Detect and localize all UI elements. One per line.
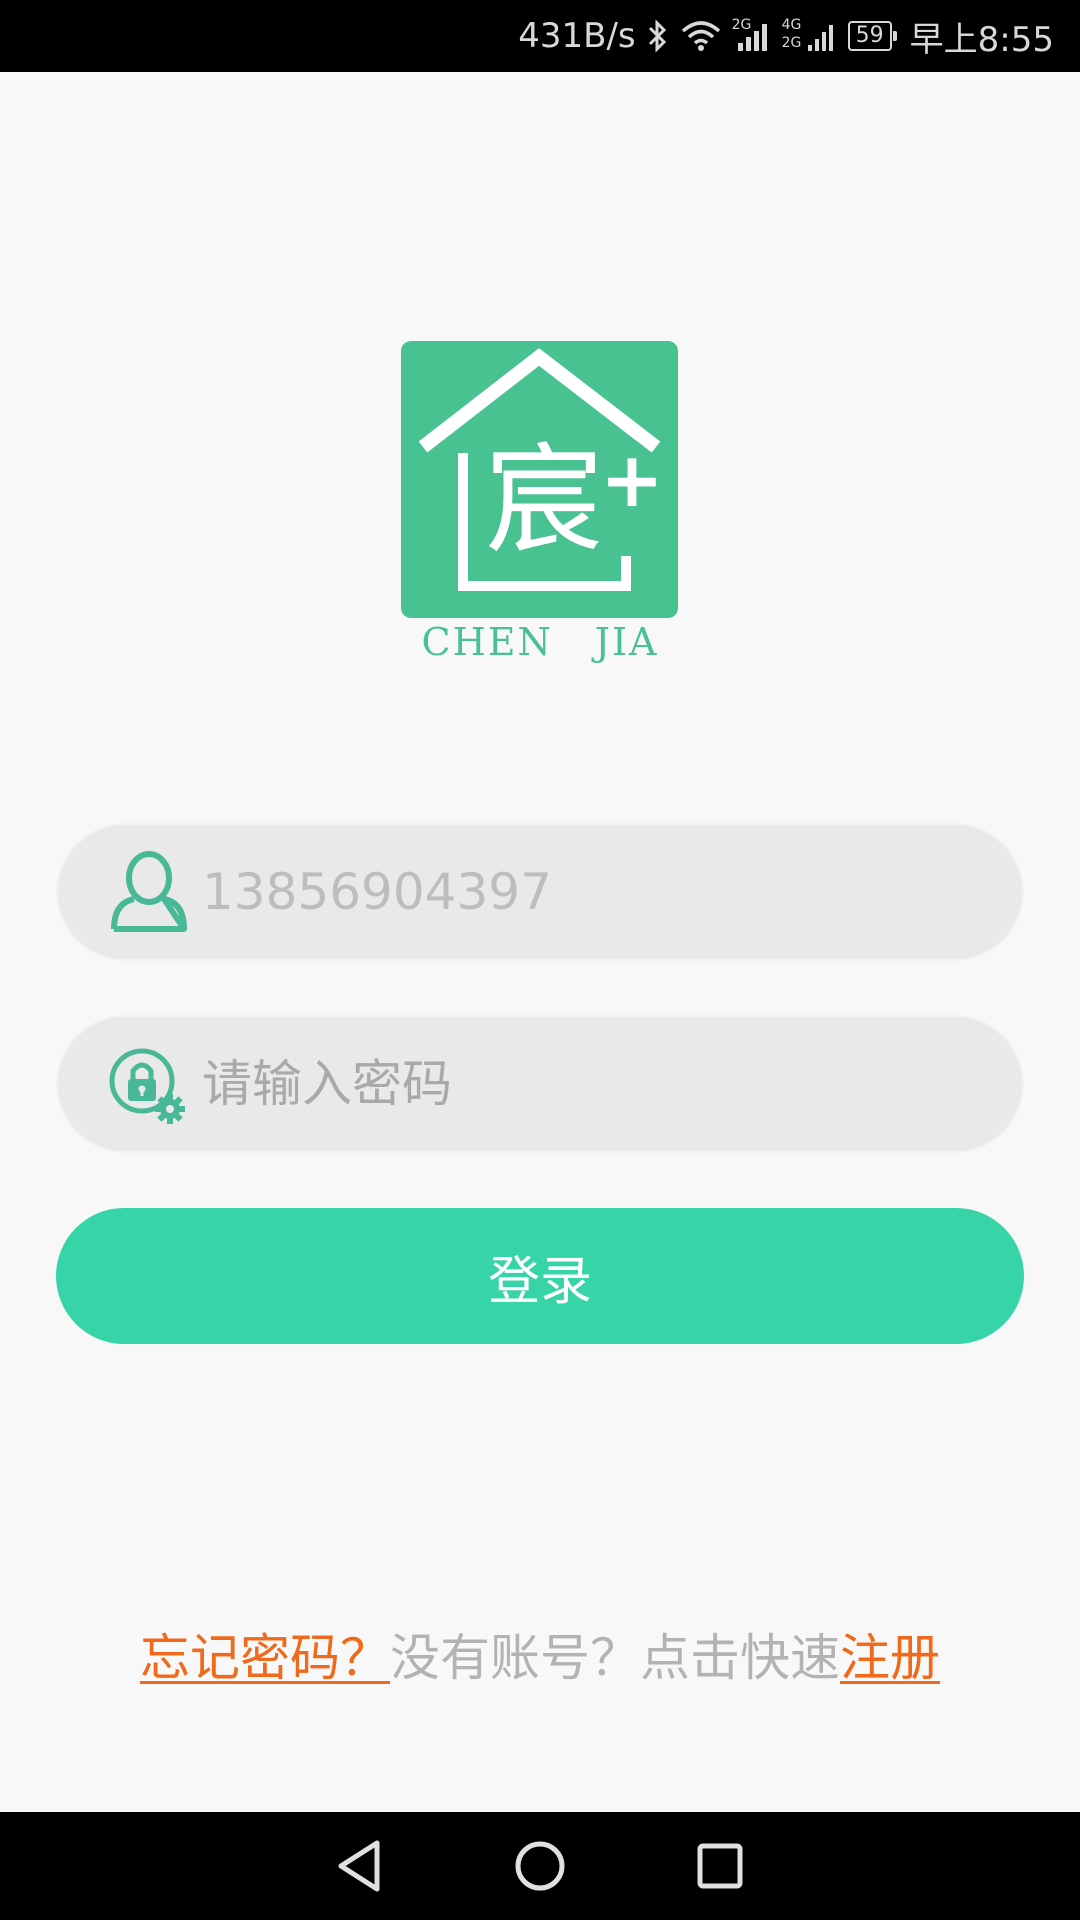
home-icon (515, 1841, 565, 1891)
user-icon (111, 851, 187, 932)
signal-4g-sub-label: 2G (781, 35, 802, 51)
battery-icon: 59 (847, 21, 897, 51)
register-link[interactable]: 注册 (840, 1629, 940, 1687)
logo-plus: + (600, 435, 664, 524)
back-icon (338, 1840, 380, 1892)
signal-4g-icon: 4G 2G (781, 17, 838, 53)
phone-field[interactable] (56, 823, 1024, 961)
bluetooth-icon (646, 18, 670, 54)
recents-icon (697, 1843, 743, 1889)
bottom-links: 忘记密码？没有账号？点击快速注册 (0, 1618, 1080, 1690)
net-speed: 431B/s (518, 16, 636, 56)
signal-icon: 2G (731, 17, 772, 53)
app-logo: 宸 + (401, 341, 678, 618)
logo-caption: CHEN JIA (0, 620, 1080, 664)
signal-2g-label: 2G (731, 17, 752, 33)
signal-4g-label: 4G (781, 17, 802, 33)
password-field[interactable] (56, 1015, 1024, 1153)
logo-caption-jia: JIA (594, 620, 659, 664)
clock: 早上8:55 (909, 19, 1054, 60)
battery-level: 59 (855, 23, 884, 48)
logo-character: 宸 (485, 431, 603, 569)
recents-button[interactable] (690, 1836, 750, 1896)
lock-gear-icon (109, 1048, 185, 1124)
wifi-icon (680, 19, 722, 53)
navigation-bar (0, 1812, 1080, 1920)
phone-input[interactable] (200, 862, 960, 922)
forgot-password-link[interactable]: 忘记密码？ (140, 1629, 390, 1687)
login-button[interactable]: 登录 (56, 1208, 1024, 1344)
home-button[interactable] (510, 1836, 570, 1896)
password-input[interactable] (200, 1054, 960, 1114)
back-button[interactable] (330, 1836, 390, 1896)
no-account-text: 没有账号？点击快速 (390, 1629, 840, 1687)
status-bar: 431B/s 2G 4G 2G 59 早上8:55 (0, 0, 1080, 72)
logo-caption-chen: CHEN (421, 620, 553, 664)
